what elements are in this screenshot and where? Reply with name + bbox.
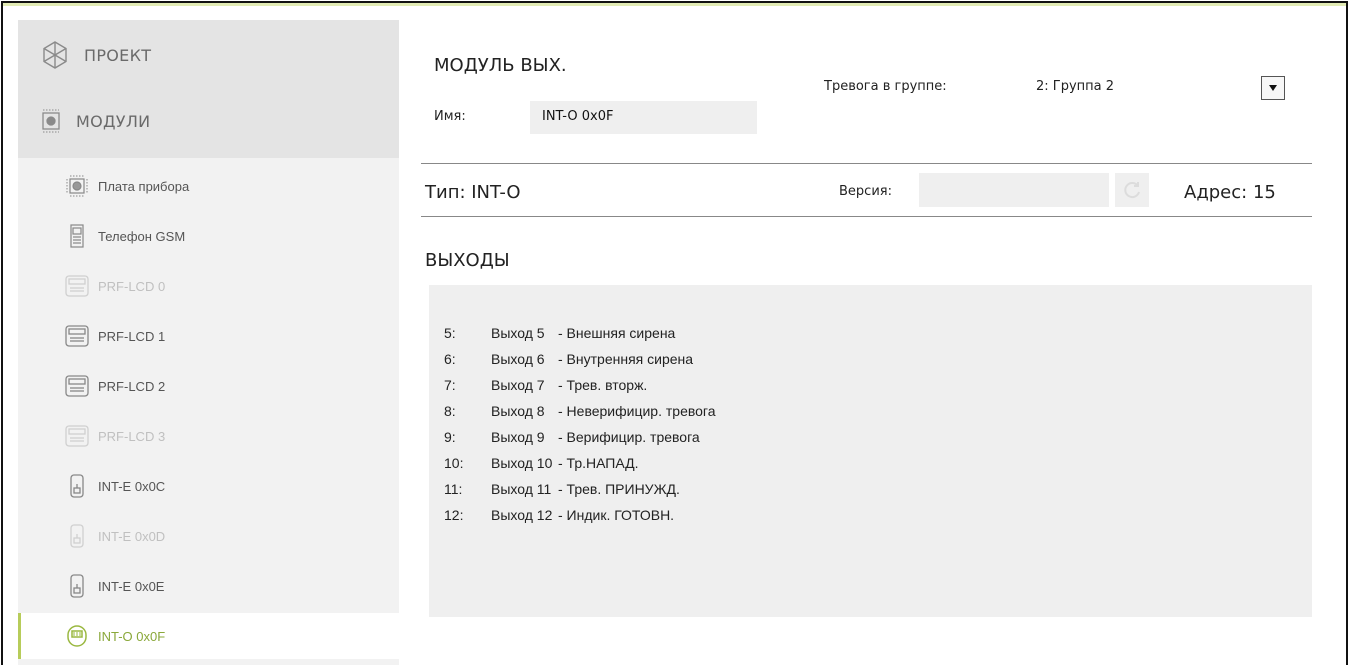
expander-icon bbox=[64, 523, 90, 549]
module-settings-panel: МОДУЛЬ ВЫХ. Имя: INT-O 0x0F Тревога в гр… bbox=[399, 20, 1335, 665]
output-description: - Внутренняя сирена bbox=[558, 351, 694, 367]
sidebar-item-label: PRF-LCD 0 bbox=[98, 278, 166, 294]
output-description: - Тр.НАПАД. bbox=[558, 455, 639, 471]
output-name: Выход 11 bbox=[491, 481, 552, 497]
output-name: Выход 12 bbox=[491, 507, 553, 523]
version-field[interactable] bbox=[919, 173, 1109, 207]
sidebar-item-prf-lcd-2[interactable]: PRF-LCD 2 bbox=[18, 363, 399, 409]
project-icon bbox=[43, 41, 67, 69]
sidebar-item-gsm-phone[interactable]: Телефон GSM bbox=[18, 213, 399, 259]
sidebar-item-label: INT-O 0x0F bbox=[98, 628, 166, 644]
version-label: Версия: bbox=[839, 184, 892, 199]
window-frame: ПРОЕКТ МОДУЛИ Плата прибора Телефон GSM … bbox=[1, 1, 1348, 665]
module-type: Тип: INT-O bbox=[425, 182, 521, 203]
refresh-icon bbox=[1124, 182, 1140, 199]
output-name: Выход 9 bbox=[491, 429, 545, 445]
mainboard-icon bbox=[64, 173, 90, 199]
sidebar-project-label: ПРОЕКТ bbox=[84, 45, 152, 65]
sidebar-item-prf-lcd-3[interactable]: PRF-LCD 3 bbox=[18, 413, 399, 459]
output-name: Выход 6 bbox=[491, 351, 545, 367]
output-description: - Верифицир. тревога bbox=[558, 429, 700, 445]
sidebar-item-label: INT-E 0x0E bbox=[98, 578, 165, 594]
alarm-group-label: Тревога в группе: bbox=[824, 79, 947, 94]
alarm-group-dropdown-button[interactable] bbox=[1261, 76, 1285, 100]
sidebar-item-label: Телефон GSM bbox=[98, 228, 186, 244]
top-accent-bar bbox=[3, 3, 1346, 6]
output-name: Выход 8 bbox=[491, 403, 545, 419]
sidebar-item-int-e-0x0e[interactable]: INT-E 0x0E bbox=[18, 563, 399, 609]
modules-icon bbox=[42, 109, 60, 133]
module-address: Адрес: 15 bbox=[1184, 182, 1276, 203]
sidebar-item-mainboard[interactable]: Плата прибора bbox=[18, 163, 399, 209]
name-label: Имя: bbox=[434, 109, 466, 124]
output-number: 12: bbox=[444, 507, 464, 523]
sidebar-item-label: Плата прибора bbox=[98, 178, 190, 194]
output-number: 10: bbox=[444, 455, 464, 471]
alarm-group-select[interactable]: 2: Группа 2 bbox=[1036, 79, 1114, 94]
output-description: - Индик. ГОТОВН. bbox=[558, 507, 675, 523]
list-item[interactable]: 10: Выход 10 - Тр.НАПАД. bbox=[444, 455, 639, 475]
sidebar-item-int-e-0x0d[interactable]: INT-E 0x0D bbox=[18, 513, 399, 559]
output-number: 6: bbox=[444, 351, 456, 367]
keypad-icon bbox=[64, 273, 90, 299]
sidebar-item-prf-lcd-0[interactable]: PRF-LCD 0 bbox=[18, 263, 399, 309]
list-item[interactable]: 9: Выход 9 - Верифицир. тревога bbox=[444, 429, 700, 449]
output-description: - Трев. вторж. bbox=[558, 377, 648, 393]
sidebar-modules-label: МОДУЛИ bbox=[76, 111, 151, 131]
list-item[interactable]: 12: Выход 12 - Индик. ГОТОВН. bbox=[444, 507, 674, 527]
name-field[interactable]: INT-O 0x0F bbox=[530, 101, 757, 134]
phone-icon bbox=[64, 223, 90, 249]
output-number: 9: bbox=[444, 429, 456, 445]
sidebar-modules[interactable]: МОДУЛИ bbox=[40, 108, 150, 134]
sidebar-item-int-o-0x0f[interactable]: INT-O 0x0F bbox=[18, 613, 399, 659]
sidebar-item-label: INT-E 0x0C bbox=[98, 478, 166, 494]
output-name: Выход 10 bbox=[491, 455, 553, 471]
output-module-icon bbox=[64, 623, 90, 649]
output-number: 5: bbox=[444, 325, 456, 341]
outputs-section-title: ВЫХОДЫ bbox=[425, 250, 510, 271]
output-description: - Внешняя сирена bbox=[558, 325, 676, 341]
sidebar-header: ПРОЕКТ МОДУЛИ bbox=[18, 20, 399, 158]
list-item[interactable]: 8: Выход 8 - Неверифицир. тревога bbox=[444, 403, 716, 423]
keypad-icon bbox=[64, 373, 90, 399]
refresh-version-button[interactable] bbox=[1115, 173, 1149, 207]
sidebar-item-int-e-0x0c[interactable]: INT-E 0x0C bbox=[18, 463, 399, 509]
list-item[interactable]: 6: Выход 6 - Внутренняя сирена bbox=[444, 351, 693, 371]
outputs-list: 5: Выход 5 - Внешняя сирена 6: Выход 6 -… bbox=[429, 285, 1312, 617]
output-description: - Неверифицир. тревога bbox=[558, 403, 716, 419]
keypad-icon bbox=[64, 423, 90, 449]
divider bbox=[421, 216, 1312, 217]
output-number: 8: bbox=[444, 403, 456, 419]
sidebar-item-label: PRF-LCD 3 bbox=[98, 428, 166, 444]
sidebar-project[interactable]: ПРОЕКТ bbox=[40, 40, 151, 70]
sidebar: ПРОЕКТ МОДУЛИ Плата прибора Телефон GSM … bbox=[18, 20, 399, 665]
expander-icon bbox=[64, 473, 90, 499]
output-name: Выход 7 bbox=[491, 377, 545, 393]
output-name: Выход 5 bbox=[491, 325, 545, 341]
sidebar-item-label: INT-E 0x0D bbox=[98, 528, 166, 544]
list-item[interactable]: 11: Выход 11 - Трев. ПРИНУЖД. bbox=[444, 481, 680, 501]
sidebar-item-prf-lcd-1[interactable]: PRF-LCD 1 bbox=[18, 313, 399, 359]
output-number: 7: bbox=[444, 377, 456, 393]
divider bbox=[421, 163, 1312, 164]
output-number: 11: bbox=[444, 481, 463, 497]
output-description: - Трев. ПРИНУЖД. bbox=[558, 481, 680, 497]
expander-icon bbox=[64, 573, 90, 599]
list-item[interactable]: 7: Выход 7 - Трев. вторж. bbox=[444, 377, 647, 397]
list-item[interactable]: 5: Выход 5 - Внешняя сирена bbox=[444, 325, 675, 345]
chevron-down-icon bbox=[1269, 85, 1277, 91]
sidebar-item-label: PRF-LCD 1 bbox=[98, 328, 166, 344]
sidebar-item-label: PRF-LCD 2 bbox=[98, 378, 166, 394]
keypad-icon bbox=[64, 323, 90, 349]
page-title: МОДУЛЬ ВЫХ. bbox=[434, 55, 567, 76]
